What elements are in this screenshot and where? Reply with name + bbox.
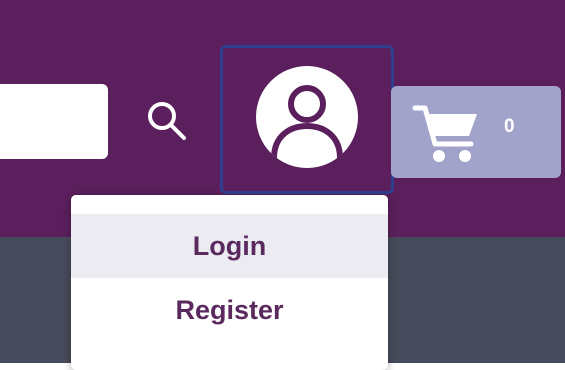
cart-button[interactable]: 0 (391, 86, 561, 178)
shopping-cart-icon (411, 98, 483, 171)
search-button[interactable] (140, 96, 194, 150)
account-dropdown-menu: Login Register (71, 195, 388, 370)
search-input[interactable] (0, 84, 108, 159)
cart-count-badge: 0 (504, 116, 515, 137)
dropdown-top-edge (71, 195, 388, 214)
search-icon (144, 98, 190, 149)
account-button[interactable] (220, 45, 394, 194)
user-account-icon (256, 66, 358, 173)
login-menu-item[interactable]: Login (71, 214, 388, 278)
register-menu-item[interactable]: Register (71, 278, 388, 342)
